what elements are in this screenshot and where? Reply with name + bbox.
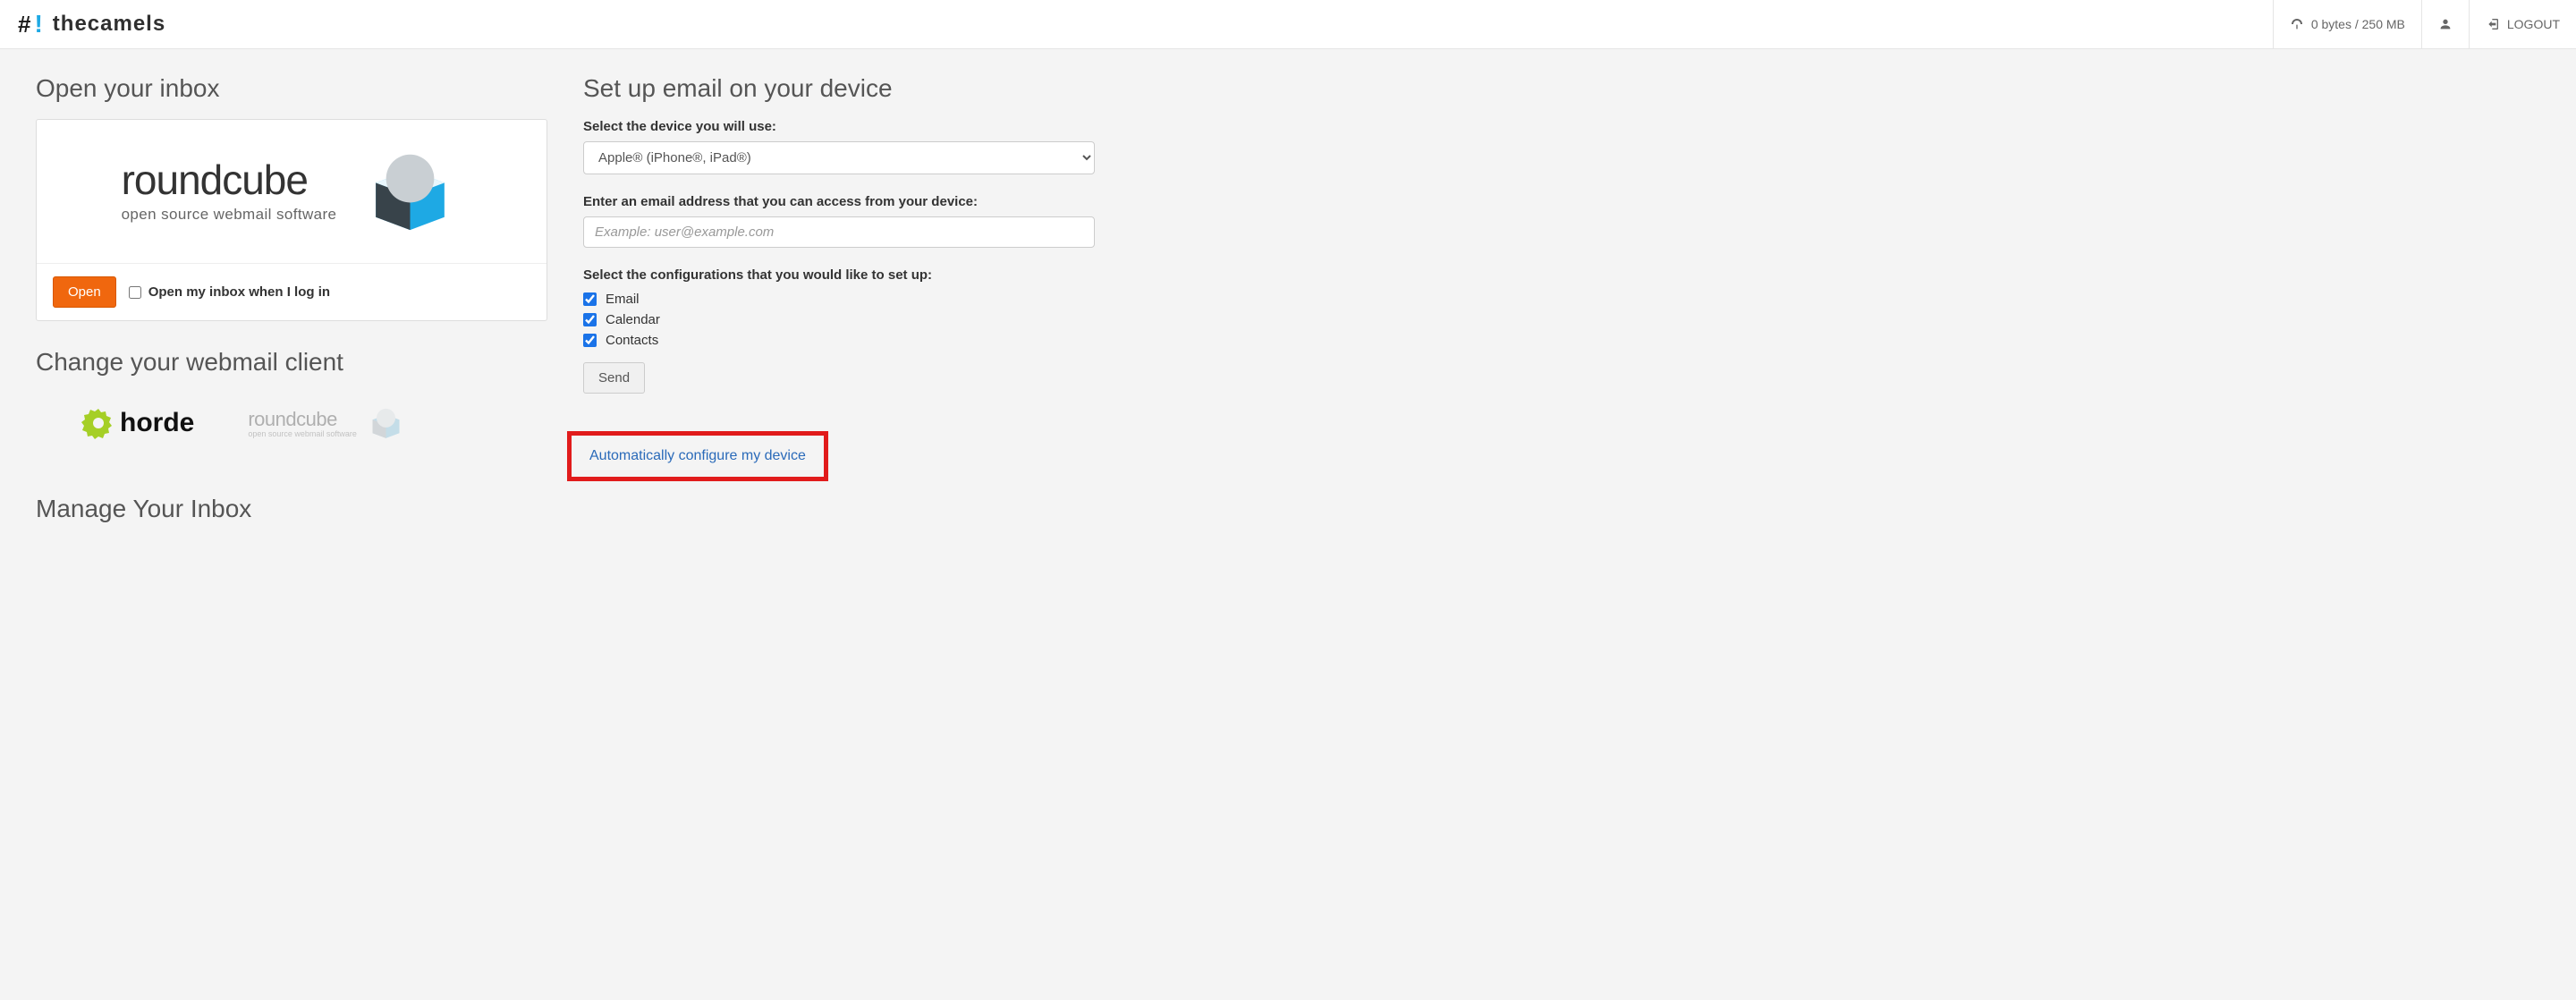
cfg-calendar-label: Calendar xyxy=(606,312,660,327)
roundcube-mini-icon xyxy=(366,405,406,441)
device-select[interactable]: Apple® (iPhone®, iPad®) xyxy=(583,141,1095,174)
roundcube-icon xyxy=(359,147,462,236)
user-icon xyxy=(2438,17,2453,31)
rc-mini-title: roundcube xyxy=(248,408,357,431)
cfg-email-label: Email xyxy=(606,292,640,307)
cfg-email-row[interactable]: Email xyxy=(583,292,1095,307)
open-on-login-text: Open my inbox when I log in xyxy=(148,284,330,300)
cfg-calendar-checkbox[interactable] xyxy=(583,313,597,326)
auto-configure-highlight: Automatically configure my device xyxy=(567,431,828,481)
cfg-email-checkbox[interactable] xyxy=(583,292,597,306)
horde-client[interactable]: horde xyxy=(80,405,194,441)
cfg-contacts-checkbox[interactable] xyxy=(583,334,597,347)
open-button[interactable]: Open xyxy=(53,276,116,308)
hash-icon: # xyxy=(18,11,31,38)
roundcube-card: roundcube open source webmail software O… xyxy=(36,119,547,321)
change-client-title: Change your webmail client xyxy=(36,348,547,377)
send-button[interactable]: Send xyxy=(583,362,645,394)
bang-icon: ! xyxy=(34,10,43,38)
horde-label: horde xyxy=(120,408,194,438)
config-label: Select the configurations that you would… xyxy=(583,267,1095,283)
brand-logo[interactable]: #! thecamels xyxy=(0,10,165,38)
open-inbox-title: Open your inbox xyxy=(36,74,547,103)
roundcube-client-mini[interactable]: roundcube open source webmail software xyxy=(248,405,406,441)
logout-cell[interactable]: LOGOUT xyxy=(2469,0,2576,49)
storage-text: 0 bytes / 250 MB xyxy=(2311,17,2405,31)
setup-title: Set up email on your device xyxy=(583,74,1095,103)
storage-cell[interactable]: 0 bytes / 250 MB xyxy=(2273,0,2421,49)
roundcube-subtitle: open source webmail software xyxy=(122,206,337,224)
email-label: Enter an email address that you can acce… xyxy=(583,194,1095,209)
email-input[interactable] xyxy=(583,216,1095,248)
device-label: Select the device you will use: xyxy=(583,119,1095,134)
cfg-calendar-row[interactable]: Calendar xyxy=(583,312,1095,327)
logout-icon xyxy=(2486,17,2500,31)
brand-name: thecamels xyxy=(53,12,165,37)
rc-mini-sub: open source webmail software xyxy=(248,429,357,438)
open-on-login-checkbox[interactable] xyxy=(129,286,141,299)
cfg-contacts-label: Contacts xyxy=(606,333,658,348)
auto-configure-link[interactable]: Automatically configure my device xyxy=(589,448,806,463)
roundcube-title: roundcube xyxy=(122,159,337,200)
cfg-contacts-row[interactable]: Contacts xyxy=(583,333,1095,348)
gear-icon xyxy=(80,405,116,441)
dashboard-icon xyxy=(2290,17,2304,31)
user-cell[interactable] xyxy=(2421,0,2469,49)
manage-inbox-title: Manage Your Inbox xyxy=(36,495,547,523)
top-bar: #! thecamels 0 bytes / 250 MB LOGOUT xyxy=(0,0,2576,49)
logout-text: LOGOUT xyxy=(2507,17,2560,31)
open-on-login-label[interactable]: Open my inbox when I log in xyxy=(129,284,330,300)
